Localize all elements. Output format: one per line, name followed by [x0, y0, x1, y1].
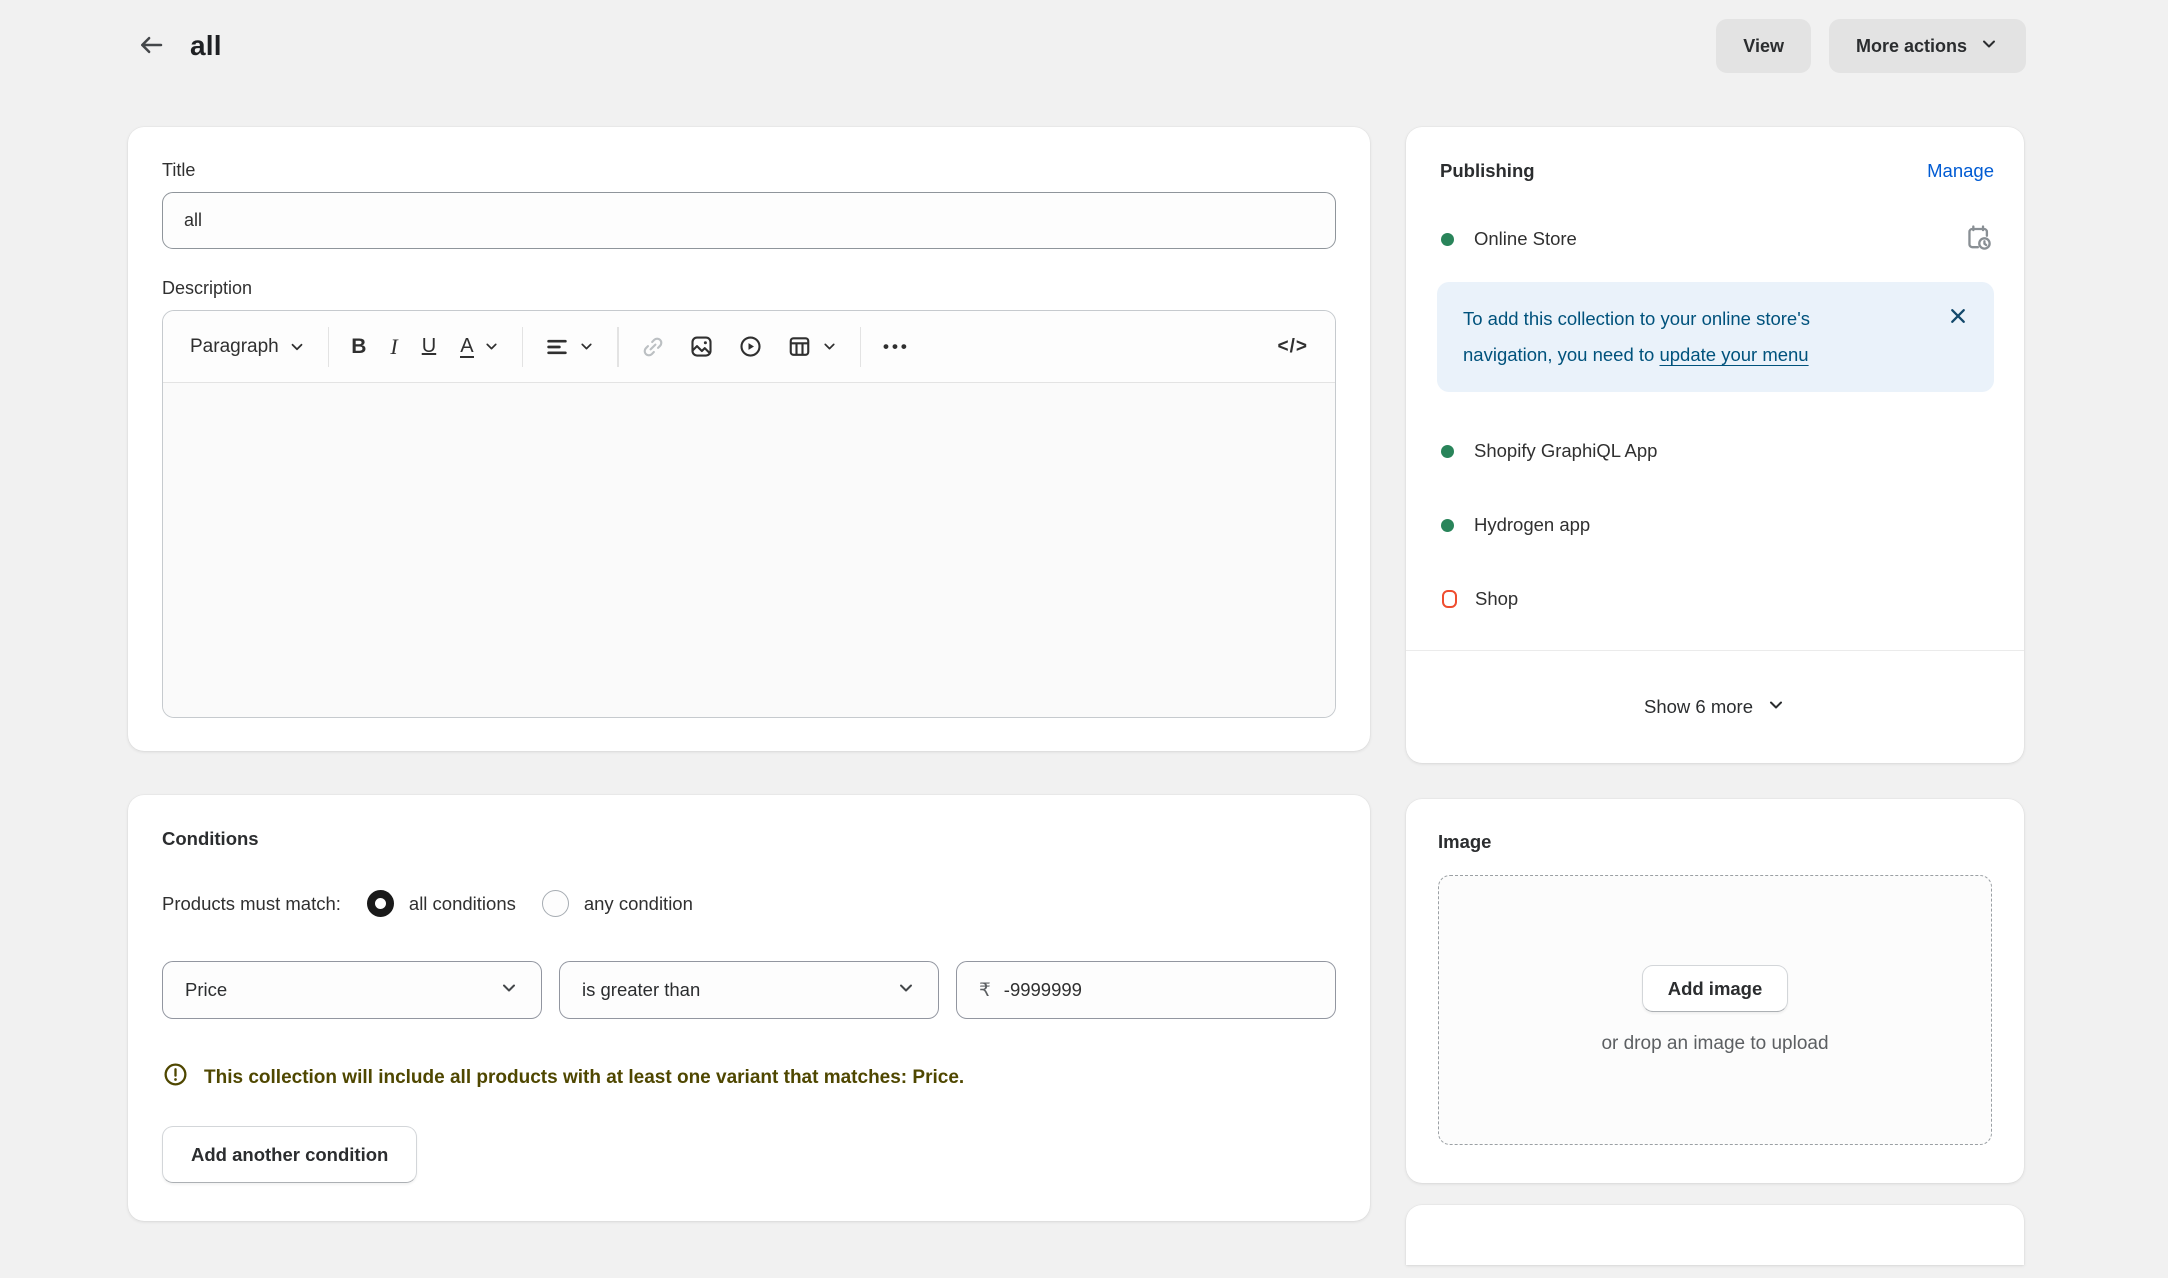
chevron-down-icon: [821, 338, 838, 355]
conditions-card: Conditions Products must match: all cond…: [128, 795, 1370, 1221]
toolbar-divider: [327, 326, 330, 367]
link-button[interactable]: [630, 324, 676, 370]
text-color-icon: A: [460, 334, 474, 358]
image-card: Image Add image or drop an image to uplo…: [1406, 799, 2024, 1183]
image-heading: Image: [1438, 831, 1492, 852]
underline-icon: U: [421, 335, 437, 357]
add-image-button[interactable]: Add image: [1641, 965, 1789, 1012]
condition-value-input[interactable]: [1003, 979, 1313, 1001]
schedule-publish-button[interactable]: [1963, 222, 1994, 256]
editor-toolbar: Paragraph B I U A ••• </>: [163, 311, 1335, 383]
chevron-down-icon: [896, 978, 916, 1003]
italic-icon: I: [390, 333, 398, 359]
table-dropdown[interactable]: [776, 324, 849, 370]
underline-button[interactable]: U: [411, 324, 447, 370]
chevron-down-icon: [578, 338, 595, 355]
status-dot-active: [1441, 444, 1454, 458]
status-dot-active: [1441, 232, 1454, 246]
currency-prefix: ₹: [979, 979, 991, 1000]
conditions-heading: Conditions: [162, 828, 259, 849]
match-type-row: Products must match: all conditions any …: [162, 890, 1336, 917]
italic-button[interactable]: I: [379, 324, 408, 370]
info-banner: To add this collection to your online st…: [1437, 282, 1994, 392]
video-play-icon: [738, 334, 763, 359]
condition-operator-select[interactable]: is greater than: [559, 961, 939, 1019]
insert-image-button[interactable]: [678, 324, 725, 370]
text-color-dropdown[interactable]: A: [449, 324, 510, 370]
alert-circle-icon: [162, 1061, 189, 1094]
manage-link[interactable]: Manage: [1927, 160, 1994, 182]
align-left-icon: [545, 335, 569, 359]
publishing-header: Publishing Manage: [1406, 160, 2024, 182]
status-dot-active: [1441, 518, 1454, 532]
chevron-down-icon: [1979, 34, 1999, 59]
page-title: all: [190, 30, 222, 61]
chevron-down-icon: [1766, 695, 1786, 720]
condition-warning: This collection will include all product…: [162, 1061, 1336, 1094]
update-menu-link[interactable]: update your menu: [1659, 344, 1808, 365]
alignment-dropdown[interactable]: [534, 324, 606, 370]
radio-any-condition[interactable]: any condition: [541, 890, 693, 917]
channel-row-hydrogen: Hydrogen app: [1406, 508, 2024, 542]
match-label: Products must match:: [162, 892, 341, 914]
radio-all-conditions[interactable]: all conditions: [366, 890, 516, 917]
publishing-heading: Publishing: [1440, 160, 1535, 181]
close-icon: [1946, 304, 1970, 331]
main-column: Title Description Paragraph B: [128, 127, 1370, 1221]
rich-text-editor: Paragraph B I U A ••• </>: [162, 310, 1336, 718]
chevron-down-icon: [288, 338, 306, 356]
more-formatting-button[interactable]: •••: [872, 324, 921, 370]
bold-button[interactable]: B: [340, 324, 377, 370]
chevron-down-icon: [483, 338, 500, 355]
warning-text: This collection will include all product…: [204, 1066, 965, 1088]
drop-hint-text: or drop an image to upload: [1601, 1033, 1829, 1054]
radio-selected-icon: [366, 890, 394, 917]
chevron-down-icon: [499, 978, 519, 1003]
link-icon: [641, 335, 665, 359]
schedule-calendar-icon: [1963, 222, 1994, 256]
title-input[interactable]: [162, 192, 1336, 249]
toolbar-divider: [617, 326, 619, 367]
channel-row-online-store: Online Store: [1406, 222, 2024, 256]
add-another-condition-button[interactable]: Add another condition: [162, 1126, 418, 1183]
description-input[interactable]: [163, 383, 1335, 717]
radio-unselected-icon: [541, 890, 569, 917]
insert-video-button[interactable]: [727, 324, 774, 370]
condition-value-field: ₹: [956, 961, 1336, 1019]
description-label: Description: [162, 278, 253, 298]
show-html-button[interactable]: </>: [1267, 324, 1319, 370]
partial-card: [1406, 1205, 2024, 1265]
bold-icon: B: [351, 334, 367, 358]
collection-edit-page: all View More actions Title Description: [0, 0, 2168, 1278]
back-button[interactable]: [128, 23, 174, 69]
condition-field-select[interactable]: Price: [162, 961, 542, 1019]
channel-row-shop: Shop: [1406, 582, 2024, 616]
image-icon: [689, 334, 714, 359]
sidebar-column: Publishing Manage Online Store To add th…: [1406, 127, 2024, 1265]
toolbar-divider: [521, 326, 524, 367]
title-label: Title: [162, 160, 196, 180]
condition-row: Price is greater than ₹: [162, 961, 1336, 1019]
collection-details-card: Title Description Paragraph B: [128, 127, 1370, 751]
channel-row-graphiql: Shopify GraphiQL App: [1406, 434, 2024, 468]
image-dropzone[interactable]: Add image or drop an image to upload: [1438, 875, 1992, 1145]
show-more-button[interactable]: Show 6 more: [1406, 651, 2024, 763]
banner-close-button[interactable]: [1942, 300, 1974, 335]
more-actions-button[interactable]: More actions: [1828, 19, 2026, 73]
more-dots-icon: •••: [883, 336, 910, 356]
page-header: all View More actions: [128, 16, 2026, 76]
arrow-left-icon: [136, 30, 166, 63]
header-actions: View More actions: [1716, 19, 2026, 73]
code-icon: </>: [1277, 335, 1308, 357]
paragraph-style-dropdown[interactable]: Paragraph: [179, 324, 317, 370]
status-ring-inactive: [1442, 590, 1457, 608]
table-icon: [787, 334, 812, 359]
publishing-card: Publishing Manage Online Store To add th…: [1406, 127, 2024, 763]
toolbar-divider: [859, 326, 862, 367]
view-button[interactable]: View: [1716, 19, 1811, 73]
